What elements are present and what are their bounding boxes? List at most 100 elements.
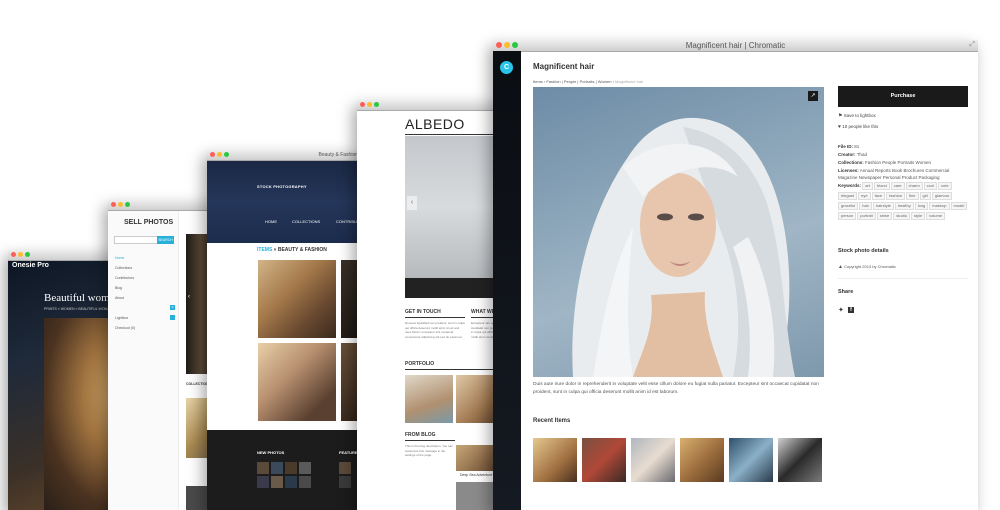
keyword-tag[interactable]: studio: [893, 212, 910, 220]
recent-item-thumb[interactable]: [533, 438, 577, 482]
footer-thumb[interactable]: [285, 462, 297, 474]
expand-icon[interactable]: ↗: [808, 91, 818, 101]
recent-item-thumb[interactable]: [729, 438, 773, 482]
keyword-tag[interactable]: girl: [919, 192, 931, 200]
photo-description: Duis aute irure dolor in reprehenderit i…: [533, 382, 819, 395]
site-logo[interactable]: ALBEDO: [405, 116, 465, 132]
zoom-dot[interactable]: [25, 252, 30, 257]
close-dot[interactable]: [111, 202, 116, 207]
zoom-dot[interactable]: [125, 202, 130, 207]
twitter-icon[interactable]: ✦: [838, 306, 844, 314]
keyword-tag[interactable]: hair: [859, 202, 872, 210]
breadcrumb-portraits[interactable]: Portraits: [580, 79, 595, 84]
breadcrumb-fashion[interactable]: Fashion: [546, 79, 560, 84]
keyword-tag[interactable]: art: [862, 182, 873, 190]
items-link[interactable]: ITEMS: [257, 247, 272, 253]
portrait-illustration: [572, 117, 795, 377]
slider-prev-button[interactable]: ‹: [407, 196, 417, 210]
nav-item-contributors[interactable]: CONTRIBU: [336, 219, 357, 224]
portfolio-heading: PORTFOLIO: [405, 361, 435, 367]
keyword-tag[interactable]: charm: [905, 182, 923, 190]
breadcrumb-items[interactable]: Items: [533, 79, 543, 84]
keyword-tag[interactable]: shine: [876, 212, 893, 220]
window-title: Magnificent hair | Chromatic: [685, 41, 786, 50]
slider-prev-icon[interactable]: ‹: [188, 294, 190, 300]
recent-item-thumb[interactable]: [631, 438, 675, 482]
footer-thumb[interactable]: [271, 476, 283, 488]
keyword-tag[interactable]: eye: [858, 192, 871, 200]
creator-value[interactable]: Thad: [857, 152, 867, 157]
breadcrumb-people[interactable]: People: [564, 79, 576, 84]
minimize-dot[interactable]: [367, 102, 372, 107]
menu-item-contributors[interactable]: Contributors: [115, 276, 175, 286]
footer-new-photos: NEW PHOTOS: [257, 450, 285, 455]
beauty-fashion-window: Beauty & Fashion STOCK PHOTOGRAPHY HOME …: [207, 150, 362, 510]
keyword-tag[interactable]: care: [890, 182, 905, 190]
footer-thumb[interactable]: [257, 476, 269, 488]
brand-logo[interactable]: Onesie Pro: [12, 262, 49, 269]
zoom-dot[interactable]: [374, 102, 379, 107]
close-dot[interactable]: [360, 102, 365, 107]
purchase-button[interactable]: Purchase: [838, 86, 968, 107]
minimize-dot[interactable]: [118, 202, 123, 207]
keyword-tag[interactable]: graceful: [838, 202, 859, 210]
keyword-tag[interactable]: healthy: [894, 202, 914, 210]
site-logo[interactable]: STOCK PHOTOGRAPHY: [257, 184, 307, 189]
like-link[interactable]: ♥ 10 people like this: [838, 124, 878, 130]
keyword-tag[interactable]: fine: [906, 192, 919, 200]
file-details: File ID: 81 Creator: Thad Collections: F…: [838, 143, 970, 222]
recent-item-thumb[interactable]: [680, 438, 724, 482]
menu-item-blog[interactable]: Blog: [115, 286, 175, 296]
collections-value[interactable]: Fashion People Portraits Women: [865, 160, 931, 165]
facebook-icon[interactable]: f: [848, 307, 854, 313]
footer-thumb[interactable]: [285, 476, 297, 488]
keyword-tag[interactable]: face: [871, 192, 886, 200]
keyword-tag[interactable]: makeup: [929, 202, 950, 210]
footer-thumb[interactable]: [339, 476, 351, 488]
recent-item-thumb[interactable]: [778, 438, 822, 482]
menu-item-home[interactable]: Home: [115, 256, 175, 266]
search-button[interactable]: SEARCH: [157, 236, 174, 244]
breadcrumb-women[interactable]: Women: [598, 79, 612, 84]
nav-item-collections[interactable]: COLLECTIONS: [292, 219, 320, 224]
keyword-tag[interactable]: blond: [873, 182, 890, 190]
footer-thumb[interactable]: [271, 462, 283, 474]
keyword-tag[interactable]: model: [950, 202, 968, 210]
save-lightbox-link[interactable]: ⚑ Save to lightbox: [838, 113, 876, 119]
keyword-tag[interactable]: cool: [923, 182, 937, 190]
nav-item-home[interactable]: HOME: [265, 219, 277, 224]
share-heading: Share: [838, 289, 854, 295]
gallery-photo[interactable]: [258, 260, 336, 338]
portfolio-photo[interactable]: [405, 375, 453, 423]
keyword-tag[interactable]: cute: [938, 182, 952, 190]
keyword-tag[interactable]: fashion: [886, 192, 906, 200]
keyword-tag[interactable]: person: [838, 212, 857, 220]
footer-thumb[interactable]: [339, 462, 351, 474]
keyword-tag[interactable]: hairstyle: [872, 202, 894, 210]
breadcrumb: Items › Fashion | People | Portraits | W…: [533, 79, 644, 84]
menu-item-checkout[interactable]: Checkout (0): [115, 326, 135, 330]
close-dot[interactable]: [11, 252, 16, 257]
gallery-photo[interactable]: [258, 343, 336, 421]
keyword-tag[interactable]: glamour: [931, 192, 953, 200]
keyword-tag[interactable]: long: [914, 202, 929, 210]
minimize-dot[interactable]: [18, 252, 23, 257]
touch-text: Donecet ligulafeid nec proident, sunt in…: [405, 321, 465, 339]
footer-thumb[interactable]: [257, 462, 269, 474]
keyword-tag[interactable]: volume: [926, 212, 946, 220]
title-bar: [357, 100, 502, 111]
footer-thumb[interactable]: [299, 476, 311, 488]
menu-item-collections[interactable]: Collections: [115, 266, 175, 276]
recent-item-thumb[interactable]: [582, 438, 626, 482]
menu-item-about[interactable]: About: [115, 296, 175, 306]
fullscreen-icon[interactable]: ⤢: [969, 41, 975, 49]
site-logo[interactable]: C: [500, 61, 513, 74]
site-title[interactable]: SELL PHOTOS: [124, 219, 173, 226]
keyword-tag[interactable]: style: [910, 212, 926, 220]
search-input[interactable]: [114, 236, 158, 244]
blog-post-title[interactable]: Deep Sea Adventure: [460, 473, 492, 477]
keyword-tag[interactable]: portrait: [857, 212, 876, 220]
keyword-tag[interactable]: elegant: [838, 192, 858, 200]
footer-thumb[interactable]: [299, 462, 311, 474]
flag-icon: ⚑: [838, 113, 843, 119]
